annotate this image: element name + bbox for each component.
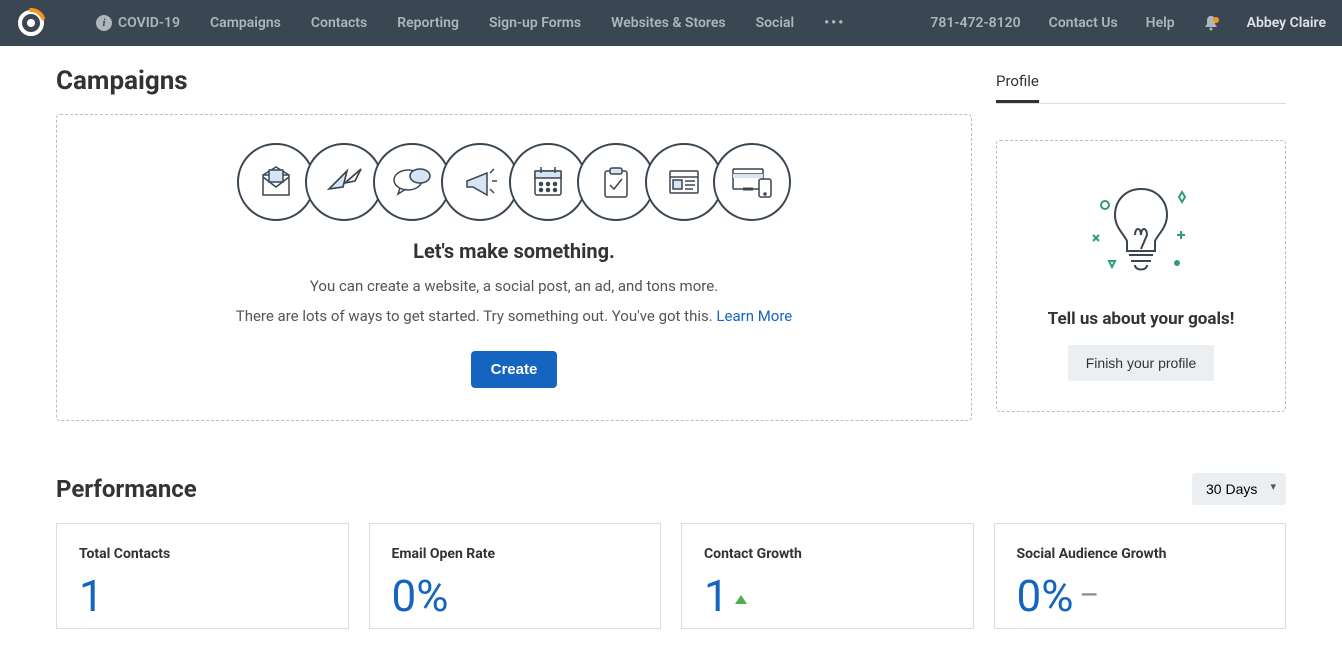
finish-profile-button[interactable]: Finish your profile	[1068, 345, 1215, 381]
paper-plane-icon	[305, 143, 383, 221]
card-contact-growth: Contact Growth 1	[681, 523, 974, 629]
tab-profile[interactable]: Profile	[996, 66, 1039, 103]
nav-phone[interactable]: 781-472-8120	[930, 15, 1020, 31]
megaphone-icon	[441, 143, 519, 221]
hero-subtitle-2-text: There are lots of ways to get started. T…	[236, 307, 717, 325]
card-total-contacts: Total Contacts 1	[56, 523, 349, 629]
card-label: Email Open Rate	[392, 546, 639, 562]
notifications-icon[interactable]	[1203, 15, 1219, 31]
card-label: Total Contacts	[79, 546, 326, 562]
date-range-select-wrap: 30 Days	[1192, 473, 1286, 505]
nav-covid[interactable]: i COVID-19	[96, 15, 180, 31]
nav-contact-us[interactable]: Contact Us	[1049, 15, 1118, 31]
card-value: 0%	[392, 574, 639, 618]
card-email-open-rate: Email Open Rate 0%	[369, 523, 662, 629]
nav-reporting[interactable]: Reporting	[397, 15, 459, 31]
brand-logo[interactable]	[16, 8, 46, 38]
chat-icon	[373, 143, 451, 221]
trend-up-icon	[735, 595, 747, 604]
nav-contacts[interactable]: Contacts	[311, 15, 367, 31]
calendar-icon	[509, 143, 587, 221]
learn-more-link[interactable]: Learn More	[716, 307, 792, 325]
email-icon	[237, 143, 315, 221]
nav-user[interactable]: Abbey Claire	[1247, 15, 1326, 31]
card-label: Contact Growth	[704, 546, 951, 562]
devices-icon	[713, 143, 791, 221]
card-value: 0% –	[1017, 574, 1264, 618]
nav-websites-stores[interactable]: Websites & Stores	[611, 15, 725, 31]
browser-icon	[645, 143, 723, 221]
goals-title: Tell us about your goals!	[1017, 309, 1265, 329]
hero-subtitle-2: There are lots of ways to get started. T…	[81, 307, 947, 325]
hero-title: Let's make something.	[81, 239, 947, 263]
profile-tabs: Profile	[996, 66, 1286, 104]
create-button[interactable]: Create	[471, 351, 558, 388]
hero-subtitle-1: You can create a website, a social post,…	[81, 277, 947, 295]
nav-signup-forms[interactable]: Sign-up Forms	[489, 15, 581, 31]
nav-more-icon[interactable]: •••	[824, 15, 845, 31]
card-value: 1	[704, 574, 951, 618]
nav-social[interactable]: Social	[756, 15, 795, 31]
nav-help[interactable]: Help	[1146, 15, 1175, 31]
card-label: Social Audience Growth	[1017, 546, 1264, 562]
performance-title: Performance	[56, 475, 197, 503]
nav-campaigns[interactable]: Campaigns	[210, 15, 281, 31]
card-social-audience-growth: Social Audience Growth 0% –	[994, 523, 1287, 629]
date-range-select[interactable]: 30 Days	[1192, 473, 1286, 505]
lightbulb-icon	[1017, 175, 1265, 289]
hero-box: Let's make something. You can create a w…	[56, 114, 972, 421]
info-icon: i	[96, 15, 112, 31]
clipboard-check-icon	[577, 143, 655, 221]
hero-icon-row	[81, 143, 947, 221]
nav-covid-label: COVID-19	[118, 15, 180, 31]
card-value: 1	[79, 574, 326, 618]
goals-box: Tell us about your goals! Finish your pr…	[996, 140, 1286, 412]
top-nav: i COVID-19 Campaigns Contacts Reporting …	[0, 0, 1342, 46]
page-title: Campaigns	[56, 66, 972, 96]
trend-flat-icon: –	[1079, 581, 1099, 611]
